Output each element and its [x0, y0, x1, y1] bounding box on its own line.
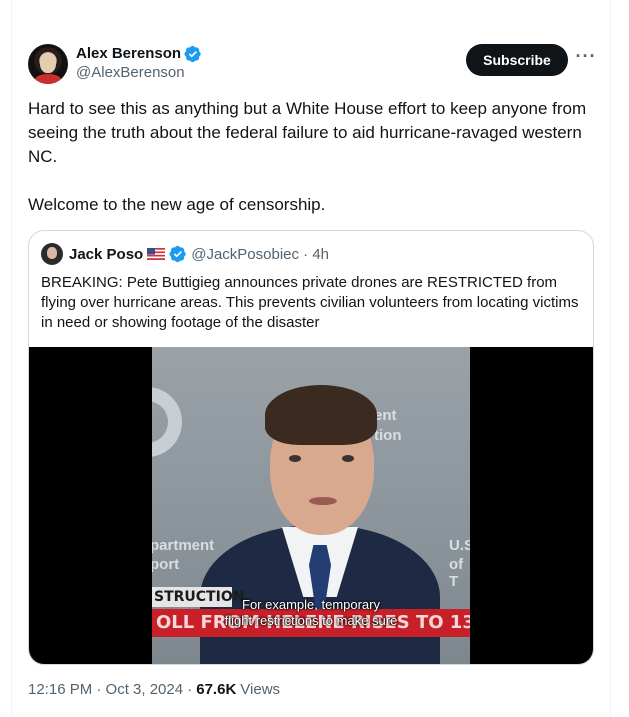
views-count: 67.6K — [196, 681, 237, 698]
speaker-mouth — [309, 497, 337, 505]
us-flag-icon — [147, 248, 166, 260]
author-display-name[interactable]: Alex Berenson — [76, 45, 181, 63]
tweet-paragraph: Welcome to the new age of censorship. — [28, 195, 326, 214]
tweet-text: Hard to see this as anything but a White… — [28, 97, 598, 217]
verified-badge-icon — [184, 45, 201, 63]
quoted-verified-badge-icon — [169, 245, 186, 263]
speaker-hair — [265, 385, 377, 445]
quoted-author-avatar — [41, 243, 63, 265]
avatar-shirt — [34, 74, 62, 84]
backdrop-text: tion — [374, 427, 402, 444]
author-handle[interactable]: @AlexBerenson — [76, 63, 202, 83]
backdrop-text: partment — [152, 537, 215, 554]
backdrop-text: ent — [374, 407, 397, 424]
tweet-footer: 12:16 PM · Oct 3, 2024 · 67.6K Views — [28, 681, 280, 698]
speaker-eye — [342, 455, 354, 462]
author-avatar[interactable] — [28, 44, 68, 84]
speaker-eye — [289, 455, 301, 462]
quoted-tweet-header: Jack Poso @JackPosobiec · 4h — [41, 243, 329, 265]
quoted-video[interactable]: ent tion partment port U.S of T STRUCTIO… — [29, 347, 593, 664]
dot-logo-arc — [152, 387, 182, 457]
backdrop-text: of T — [449, 556, 464, 590]
caption-line: For example, temporary — [242, 597, 380, 612]
subscribe-button[interactable]: Subscribe — [466, 44, 568, 76]
timestamp[interactable]: 12:16 PM · Oct 3, 2024 · — [28, 681, 192, 698]
quoted-author-name: Jack Poso — [69, 245, 144, 263]
tweet-paragraph: Hard to see this as anything but a White… — [28, 99, 587, 166]
quoted-tweet-text: BREAKING: Pete Buttigieg announces priva… — [41, 274, 579, 331]
views-label: Views — [240, 681, 281, 698]
caption-line: flight restrictions to make sure — [224, 613, 398, 628]
backdrop-text: U.S — [449, 537, 470, 554]
author-names: Alex Berenson @AlexBerenson — [76, 45, 202, 83]
author-name-row[interactable]: Alex Berenson — [76, 45, 202, 63]
tweet-card: Alex Berenson @AlexBerenson Subscribe ··… — [11, 0, 611, 717]
backdrop-text: port — [152, 556, 180, 573]
video-caption: For example, temporary flight restrictio… — [219, 597, 403, 629]
quoted-handle-time: @JackPosobiec · 4h — [191, 245, 330, 263]
quoted-tweet[interactable]: Jack Poso @JackPosobiec · 4h BREAKING: P… — [28, 230, 594, 665]
more-options-icon[interactable]: ··· — [574, 47, 598, 70]
avatar-face — [40, 53, 56, 73]
quoted-avatar-face — [47, 247, 57, 259]
tweet-header: Alex Berenson @AlexBerenson Subscribe ··… — [28, 44, 598, 86]
